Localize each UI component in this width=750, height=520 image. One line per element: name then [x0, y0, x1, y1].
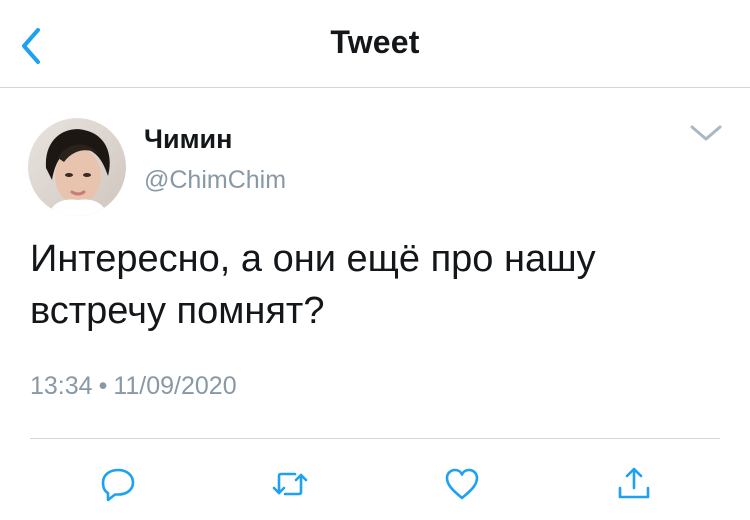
like-button[interactable]: [442, 464, 482, 504]
share-button[interactable]: [614, 464, 654, 504]
author-handle[interactable]: @ChimChim: [144, 166, 286, 195]
author-display-name[interactable]: Чимин: [144, 124, 232, 155]
tweet-text: Интересно, а они ещё про нашу встречу по…: [30, 238, 596, 332]
tweet-date: 11/09/2020: [113, 372, 237, 400]
top-navigation-bar: Tweet: [0, 0, 750, 88]
retweet-icon: [272, 472, 308, 496]
share-icon: [618, 467, 650, 499]
tweet-time: 13:34: [30, 372, 93, 400]
avatar[interactable]: [28, 118, 126, 216]
chevron-down-icon: [690, 125, 722, 141]
heart-icon: [445, 468, 479, 500]
profile-photo: [28, 118, 126, 216]
reply-button[interactable]: [98, 464, 138, 504]
separator-dot: •: [98, 372, 108, 400]
page-title: Tweet: [330, 24, 420, 60]
retweet-button[interactable]: [270, 464, 310, 504]
tweet-timestamp: 13:34 • 11/09/2020: [30, 372, 237, 401]
divider: [30, 438, 720, 439]
reply-icon: [101, 468, 135, 502]
tweet-menu-button[interactable]: [688, 120, 724, 148]
